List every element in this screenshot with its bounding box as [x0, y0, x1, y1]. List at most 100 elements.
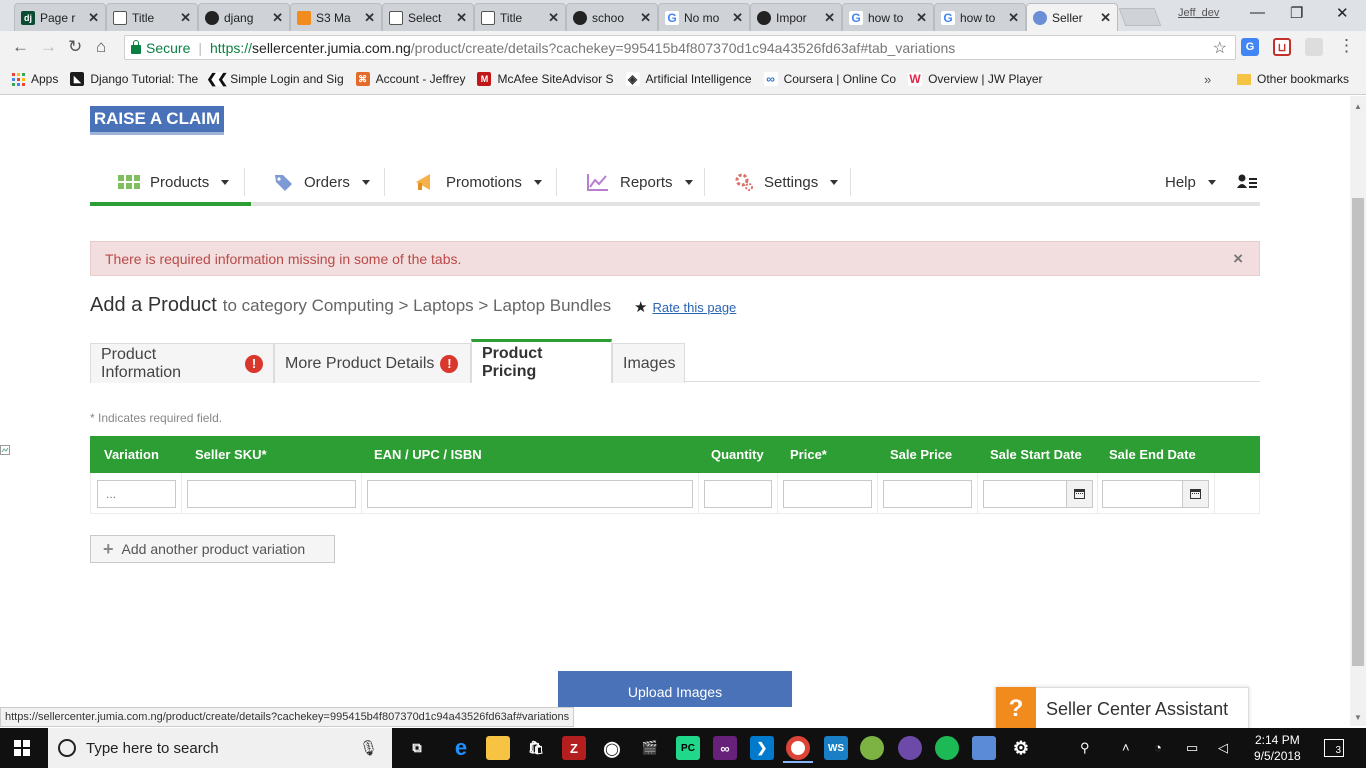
bookmark-apps[interactable]: Apps	[12, 72, 58, 86]
sale-price-input[interactable]	[883, 480, 972, 508]
nav-reports[interactable]: Reports	[586, 162, 693, 202]
variation-input[interactable]: ...	[97, 480, 176, 508]
nav-products[interactable]: Products	[89, 162, 252, 206]
forward-icon[interactable]: →	[40, 37, 57, 57]
close-tab-icon[interactable]: ✕	[732, 10, 743, 26]
browser-tab[interactable]: S3 Ma ✕	[290, 3, 382, 31]
menu-kebab-icon[interactable]: ⋮	[1338, 36, 1355, 56]
bookmark-star-icon[interactable]: ☆	[1213, 38, 1227, 58]
browser-tab[interactable]: Impor ✕	[750, 3, 842, 31]
settings-gear-icon[interactable]: ⚙	[1009, 736, 1033, 760]
close-tab-icon[interactable]: ✕	[180, 10, 191, 26]
store-icon[interactable]: 🛍	[524, 736, 548, 760]
reload-icon[interactable]: ↻	[68, 37, 82, 57]
browser-tab[interactable]: Title ✕	[474, 3, 566, 31]
microphone-icon[interactable]: 🎙	[359, 739, 378, 757]
chevron-up-icon[interactable]: ˄	[1122, 740, 1130, 755]
media-icon[interactable]: ◉	[600, 736, 624, 760]
browser-tab[interactable]: Select ✕	[382, 3, 474, 31]
close-tab-icon[interactable]: ✕	[456, 10, 467, 26]
notification-center-icon[interactable]: 3	[1324, 739, 1344, 757]
ean-upc-isbn-input[interactable]	[367, 480, 693, 508]
secure-indicator[interactable]: Secure	[131, 40, 190, 56]
extension-icon[interactable]	[1305, 38, 1323, 56]
close-tab-icon[interactable]: ✕	[916, 10, 927, 26]
vscode-icon[interactable]: ❯	[750, 736, 774, 760]
close-tab-icon[interactable]: ✕	[548, 10, 559, 26]
wifi-icon[interactable]: ◔	[1154, 740, 1162, 755]
browser-tab[interactable]: djang ✕	[198, 3, 290, 31]
seller-center-assistant[interactable]: ? Seller Center Assistant	[995, 687, 1249, 731]
upload-images-button[interactable]: Upload Images	[558, 671, 792, 707]
spotify-icon[interactable]	[935, 736, 959, 760]
close-tab-icon[interactable]: ✕	[272, 10, 283, 26]
tab-more-product-details[interactable]: More Product Details !	[274, 343, 471, 383]
pocket-extension-icon[interactable]: ⊔	[1273, 38, 1291, 56]
nav-promotions[interactable]: Promotions	[414, 162, 542, 202]
back-icon[interactable]: ←	[12, 37, 29, 57]
close-tab-icon[interactable]: ✕	[824, 10, 835, 26]
address-bar[interactable]: Secure | https://sellercenter.jumia.com.…	[124, 35, 1236, 60]
raise-claim-button[interactable]: RAISE A CLAIM	[90, 106, 224, 135]
maximize-icon[interactable]: ❐	[1290, 4, 1303, 22]
browser-tab[interactable]: schoo ✕	[566, 3, 658, 31]
browser-tab[interactable]: dj Page r ✕	[14, 3, 106, 31]
add-variation-button[interactable]: + Add another product variation	[90, 535, 335, 563]
edge-icon[interactable]: e	[449, 735, 473, 760]
browser-tab[interactable]: G No mo ✕	[658, 3, 750, 31]
clock[interactable]: 2:14 PM 9/5/2018	[1254, 732, 1301, 764]
scroll-up-icon[interactable]: ▲	[1354, 102, 1362, 111]
home-icon[interactable]: ⌂	[96, 37, 106, 57]
sale-start-date-input[interactable]	[983, 480, 1067, 508]
windows-start-icon[interactable]	[14, 740, 30, 756]
bookmark-item[interactable]: ⌘ Account - Jeffrey	[355, 72, 465, 86]
close-window-icon[interactable]: ✕	[1336, 4, 1349, 22]
tab-images[interactable]: Images	[612, 343, 685, 383]
close-tab-icon[interactable]: ✕	[1008, 10, 1019, 26]
github-desktop-icon[interactable]	[898, 736, 922, 760]
volume-icon[interactable]: ◁	[1218, 740, 1228, 756]
app-icon[interactable]	[972, 736, 996, 760]
translate-extension-icon[interactable]: G	[1241, 38, 1259, 56]
calendar-icon[interactable]	[1182, 480, 1209, 508]
people-icon[interactable]: ⚲	[1080, 740, 1090, 756]
page-scrollbar[interactable]: ▲ ▼	[1350, 96, 1366, 726]
bookmark-item[interactable]: ∞ Coursera | Online Co	[763, 72, 896, 86]
price-input[interactable]	[783, 480, 872, 508]
profile-name[interactable]: Jeff_dev	[1178, 7, 1219, 19]
visual-studio-icon[interactable]: ∞	[713, 736, 737, 760]
chrome-icon[interactable]	[783, 736, 813, 763]
quantity-input[interactable]	[704, 480, 772, 508]
nav-settings[interactable]: Settings	[734, 162, 839, 202]
rate-page-link[interactable]: Rate this page	[652, 300, 736, 315]
nav-help[interactable]: Help	[1165, 162, 1216, 202]
new-tab-button[interactable]	[1118, 8, 1162, 26]
bookmark-item[interactable]: ❮❮ Simple Login and Sig	[206, 71, 344, 86]
movies-icon[interactable]: 🎬	[638, 736, 662, 760]
taskbar-search[interactable]: Type here to search 🎙	[48, 728, 392, 768]
scroll-down-icon[interactable]: ▼	[1354, 713, 1362, 722]
tab-product-pricing[interactable]: Product Pricing	[471, 339, 612, 383]
scroll-thumb[interactable]	[1352, 198, 1364, 666]
close-icon[interactable]: ×	[1233, 249, 1243, 269]
tab-product-information[interactable]: Product Information !	[90, 343, 274, 383]
bookmark-item[interactable]: ◈ Artificial Intelligence	[625, 72, 752, 86]
nav-orders[interactable]: Orders	[274, 162, 370, 202]
filezilla-icon[interactable]: Z	[562, 736, 586, 760]
close-tab-icon[interactable]: ✕	[1100, 10, 1111, 26]
bookmark-item[interactable]: M McAfee SiteAdvisor S	[477, 72, 614, 86]
bookmark-item[interactable]: ◣ Django Tutorial: The	[70, 72, 198, 86]
file-explorer-icon[interactable]	[486, 736, 510, 760]
close-tab-icon[interactable]: ✕	[640, 10, 651, 26]
task-view-icon[interactable]: ⧉	[405, 736, 429, 760]
pycharm-icon[interactable]: PC	[676, 736, 700, 760]
user-menu-button[interactable]	[1237, 162, 1257, 202]
browser-tab[interactable]: G how to ✕	[842, 3, 934, 31]
bookmarks-overflow-button[interactable]: »	[1204, 72, 1211, 87]
close-tab-icon[interactable]: ✕	[364, 10, 375, 26]
browser-tab[interactable]: G how to ✕	[934, 3, 1026, 31]
bookmark-item[interactable]: W Overview | JW Player	[908, 72, 1043, 86]
webstorm-icon[interactable]: WS	[824, 736, 848, 760]
sale-end-date-input[interactable]	[1102, 480, 1183, 508]
android-studio-icon[interactable]	[860, 736, 884, 760]
